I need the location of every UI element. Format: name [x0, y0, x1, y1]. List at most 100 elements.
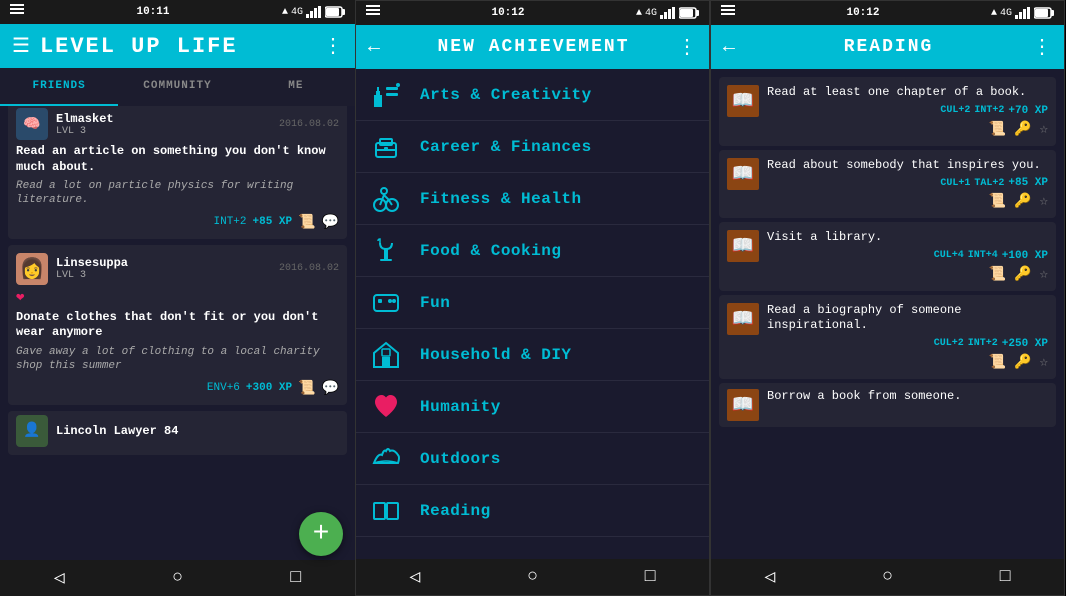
- star-action-4[interactable]: ☆: [1040, 354, 1048, 371]
- screen-title-2: NEW ACHIEVEMENT: [390, 37, 677, 57]
- stat-int-3: INT+4: [968, 250, 998, 261]
- back-nav-1[interactable]: ◁: [34, 563, 85, 593]
- household-icon: [368, 337, 404, 373]
- back-nav-2[interactable]: ◁: [389, 562, 440, 592]
- reading-item-1[interactable]: 📖 Read at least one chapter of a book. C…: [719, 77, 1056, 146]
- stat-int-1: INT+2: [974, 105, 1004, 116]
- user-info-2: Linsesuppa LVL 3: [56, 256, 279, 281]
- feed-item-linsesuppa: 👩 Linsesuppa LVL 3 2016.08.02 ❤ Donate c…: [8, 245, 347, 405]
- date-1: 2016.08.02: [279, 119, 339, 130]
- status-left-1: [10, 4, 24, 20]
- level-2: LVL 3: [56, 270, 279, 281]
- reading-item-5[interactable]: 📖 Borrow a book from someone.: [719, 383, 1056, 427]
- category-household[interactable]: Household & DIY: [356, 329, 709, 381]
- overflow-menu[interactable]: ⋮: [323, 33, 343, 59]
- category-humanity[interactable]: Humanity: [356, 381, 709, 433]
- avatar-3: 👤: [16, 415, 48, 447]
- app-header-2: ← NEW ACHIEVEMENT ⋮: [356, 25, 709, 69]
- category-reading[interactable]: Reading: [356, 485, 709, 537]
- feed-item-elmasket: 🧠 Elmasket LVL 3 2016.08.02 Read an arti…: [8, 106, 347, 239]
- scroll-action-1[interactable]: 📜: [989, 121, 1006, 138]
- key-action-2[interactable]: 🔑: [1014, 193, 1031, 210]
- arts-icon: [368, 77, 404, 113]
- book-icon-1: 📖: [727, 85, 759, 117]
- feed-footer-1: INT+2 +85 XP 📜 💬: [16, 214, 339, 231]
- star-action-2[interactable]: ☆: [1040, 193, 1048, 210]
- stat-int: INT+2: [214, 216, 247, 228]
- back-nav-3[interactable]: ◁: [744, 562, 795, 592]
- fun-label: Fun: [420, 294, 450, 312]
- back-button-3[interactable]: ←: [723, 36, 735, 59]
- reading-content-4: 📖 Read a biography of someone inspiratio…: [727, 303, 1048, 371]
- scroll-action-4[interactable]: 📜: [989, 354, 1006, 371]
- fun-icon: [368, 285, 404, 321]
- reading-content-2: 📖 Read about somebody that inspires you.…: [727, 158, 1048, 211]
- app-header-3: ← READING ⋮: [711, 25, 1064, 69]
- feed-desc-2: Gave away a lot of clothing to a local c…: [16, 345, 339, 374]
- reading-title-4: Read a biography of someone inspirationa…: [767, 303, 1048, 334]
- key-action-1[interactable]: 🔑: [1014, 121, 1031, 138]
- stat-tal-2: TAL+2: [974, 178, 1004, 189]
- fab-button[interactable]: +: [299, 512, 343, 556]
- reading-icon: [368, 493, 404, 529]
- menu-icon[interactable]: ☰: [12, 33, 30, 59]
- recent-nav-2[interactable]: □: [625, 563, 676, 591]
- humanity-label: Humanity: [420, 398, 501, 416]
- scroll-icon-1: 📜: [298, 214, 315, 231]
- comment-icon-1: 💬: [322, 214, 339, 231]
- clock-2: 10:12: [491, 7, 524, 19]
- book-icon-4: 📖: [727, 303, 759, 335]
- tab-friends[interactable]: FRIENDS: [0, 68, 118, 106]
- reading-item-2[interactable]: 📖 Read about somebody that inspires you.…: [719, 150, 1056, 219]
- category-fun[interactable]: Fun: [356, 277, 709, 329]
- status-bar-3: 10:12 ▲4G: [711, 1, 1064, 25]
- comment-icon-2: 💬: [322, 380, 339, 397]
- home-nav-3[interactable]: ○: [862, 563, 913, 591]
- app-header-1: ☰ LEVEL UP LIFE ⋮: [0, 24, 355, 68]
- tab-me[interactable]: ME: [237, 68, 355, 106]
- scroll-action-3[interactable]: 📜: [989, 266, 1006, 283]
- back-button-2[interactable]: ←: [368, 36, 380, 59]
- status-right-3: ▲4G: [991, 7, 1054, 19]
- overflow-menu-2[interactable]: ⋮: [677, 34, 697, 60]
- home-nav-2[interactable]: ○: [507, 563, 558, 591]
- recent-nav-3[interactable]: □: [980, 563, 1031, 591]
- humanity-icon: [368, 389, 404, 425]
- outdoors-icon: [368, 441, 404, 477]
- category-food[interactable]: Food & Cooking: [356, 225, 709, 277]
- clock-1: 10:11: [136, 6, 169, 18]
- household-label: Household & DIY: [420, 346, 572, 364]
- overflow-menu-3[interactable]: ⋮: [1032, 34, 1052, 60]
- nav-bar-1: ◁ ○ □: [0, 560, 355, 596]
- phone1: 10:11 ▲4G ☰ LEVEL UP LIFE ⋮ FRIENDS COMM…: [0, 0, 355, 596]
- star-action-1[interactable]: ☆: [1040, 121, 1048, 138]
- key-action-3[interactable]: 🔑: [1014, 266, 1031, 283]
- username-1: Elmasket: [56, 112, 279, 126]
- category-outdoors[interactable]: Outdoors: [356, 433, 709, 485]
- reading-actions-3: 📜 🔑 ☆: [767, 266, 1048, 283]
- phone3: 10:12 ▲4G ← READING ⋮ 📖 Read at least on…: [710, 0, 1065, 596]
- recent-nav-1[interactable]: □: [270, 564, 321, 592]
- reading-item-3[interactable]: 📖 Visit a library. CUL+4 INT+4 +100 XP 📜…: [719, 222, 1056, 291]
- key-action-4[interactable]: 🔑: [1014, 354, 1031, 371]
- home-nav-1[interactable]: ○: [152, 564, 203, 592]
- star-action-3[interactable]: ☆: [1040, 266, 1048, 283]
- user-info-1: Elmasket LVL 3: [56, 112, 279, 137]
- like-icon: ❤: [16, 289, 24, 306]
- reading-item-4[interactable]: 📖 Read a biography of someone inspiratio…: [719, 295, 1056, 379]
- feed-title-1: Read an article on something you don't k…: [16, 144, 339, 175]
- app-title: LEVEL UP LIFE: [40, 34, 323, 59]
- reading-text-3: Visit a library. CUL+4 INT+4 +100 XP 📜 🔑…: [767, 230, 1048, 283]
- avatar-2: 👩: [16, 253, 48, 285]
- reading-content-5: 📖 Borrow a book from someone.: [727, 389, 1048, 421]
- fitness-icon: [368, 181, 404, 217]
- tab-community[interactable]: COMMUNITY: [118, 68, 236, 106]
- reading-actions-2: 📜 🔑 ☆: [767, 193, 1048, 210]
- screen-title-3: READING: [745, 37, 1032, 57]
- outdoors-label: Outdoors: [420, 450, 501, 468]
- category-arts[interactable]: Arts & Creativity: [356, 69, 709, 121]
- arts-label: Arts & Creativity: [420, 86, 592, 104]
- scroll-action-2[interactable]: 📜: [989, 193, 1006, 210]
- category-fitness[interactable]: Fitness & Health: [356, 173, 709, 225]
- category-career[interactable]: Career & Finances: [356, 121, 709, 173]
